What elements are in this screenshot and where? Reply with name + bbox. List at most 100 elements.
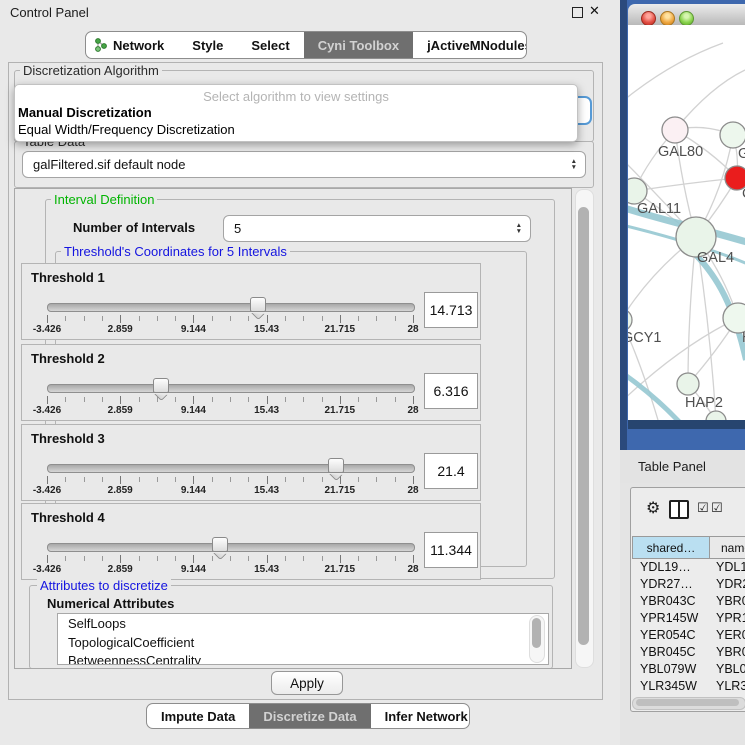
node-partial-top-right[interactable] [720, 122, 745, 148]
number-of-intervals-value: 5 [234, 221, 241, 236]
threshold-4-label: Threshold 4 [31, 510, 105, 525]
stepper-icon: ▲▼ [571, 159, 577, 171]
algorithm-option-manual[interactable]: Manual Discretization [18, 105, 152, 120]
tab-network[interactable]: Network [86, 32, 178, 58]
tab-discretize-data-label: Discretize Data [263, 709, 356, 724]
threshold-3-row: Threshold 3 -3.4262.8599.14415.4321.7152… [21, 424, 481, 501]
select-rows-checkbox-icon[interactable]: ☑ [697, 500, 709, 516]
column-header-shared-name[interactable]: shared… [632, 536, 710, 559]
screen: Control Panel ✕ Network Style Select Cyn… [0, 0, 745, 745]
cell-name: YBL0 [716, 662, 745, 676]
slider-tick-labels: -3.4262.8599.14415.4321.71528 [47, 324, 413, 336]
threshold-2-label: Threshold 2 [31, 351, 105, 366]
cell-name: YLR3 [716, 679, 745, 693]
node-label-gal4: GAL4 [697, 250, 734, 266]
threshold-3-slider-track[interactable] [47, 464, 415, 473]
number-of-intervals-combobox[interactable]: 5 ▲▼ [223, 215, 531, 242]
main-scrollbar[interactable] [575, 189, 594, 668]
cell-shared-name: YER054C [640, 628, 710, 642]
numerical-attributes-list[interactable]: SelfLoops TopologicalCoefficient Between… [57, 613, 549, 665]
tab-network-label: Network [113, 38, 164, 53]
node-label-hap2: HAP2 [685, 395, 723, 411]
apply-button[interactable]: Apply [271, 671, 343, 695]
threshold-1-slider-knob[interactable] [250, 297, 266, 312]
node-bottom-partial[interactable] [706, 411, 726, 420]
threshold-4-slider-track[interactable] [47, 543, 415, 552]
threshold-2-slider-track[interactable] [47, 384, 415, 393]
cell-shared-name: YBR043C [640, 594, 710, 608]
threshold-2-slider-knob[interactable] [153, 378, 169, 393]
threshold-4-row: Threshold 4 -3.4262.8599.14415.4321.7152… [21, 503, 481, 580]
algorithm-option-equal-width[interactable]: Equal Width/Frequency Discretization [18, 122, 235, 137]
tab-jactivemnodules[interactable]: jActiveMNodules [413, 32, 527, 58]
cell-shared-name: YLR345W [640, 679, 710, 693]
threshold-2-row: Threshold 2 -3.4262.8599.14415.4321.7152… [21, 344, 481, 421]
tab-infer-network-label: Infer Network [385, 709, 468, 724]
discretization-algorithm-title: Discretization Algorithm [20, 63, 162, 78]
slider-tick-labels: -3.4262.8599.14415.4321.71528 [47, 564, 413, 576]
table-panel-header: Table Panel [620, 450, 745, 484]
cell-shared-name: YPR145W [640, 611, 710, 625]
tab-discretize-data[interactable]: Discretize Data [249, 704, 370, 728]
attributes-scrollbar[interactable] [529, 615, 545, 663]
slider-ticks [47, 315, 413, 323]
cell-name: YPR1 [716, 611, 745, 625]
threshold-2-value-field[interactable]: 6.316 [424, 373, 478, 409]
network-view-canvas[interactable]: GAL80 GA C GAL11 GAL4 GCY1 H HAP2 [628, 25, 745, 420]
bottom-tab-bar: Impute Data Discretize Data Infer Networ… [146, 703, 470, 729]
network-graph: GAL80 GA C GAL11 GAL4 GCY1 H HAP2 [628, 25, 745, 420]
cell-name: YBR0 [716, 594, 745, 608]
list-item[interactable]: SelfLoops [58, 614, 548, 633]
stepper-icon: ▲▼ [516, 223, 522, 235]
number-of-intervals-label: Number of Intervals [73, 220, 195, 235]
tab-style[interactable]: Style [178, 32, 237, 58]
cell-name: YBR0 [716, 645, 745, 659]
table-data-combobox[interactable]: galFiltered.sif default node ▲▼ [22, 151, 586, 178]
threshold-3-label: Threshold 3 [31, 431, 105, 446]
table-settings-gear-icon[interactable]: ⚙ [646, 498, 660, 518]
tab-select[interactable]: Select [237, 32, 303, 58]
network-icon [94, 37, 108, 53]
attributes-title: Attributes to discretize [37, 578, 171, 593]
threshold-3-value-field[interactable]: 21.4 [424, 453, 478, 489]
column-layout-icon[interactable] [669, 500, 689, 519]
slider-tick-labels: -3.4262.8599.14415.4321.71528 [47, 405, 413, 417]
network-window-bottom-edge [628, 420, 745, 429]
table-horizontal-scrollbar[interactable] [632, 697, 745, 710]
column-header-name[interactable]: name [709, 536, 745, 559]
close-panel-icon[interactable]: ✕ [589, 3, 600, 19]
tab-style-label: Style [192, 38, 223, 53]
threshold-4-value-field[interactable]: 11.344 [424, 532, 478, 568]
slider-ticks [47, 555, 413, 563]
node-gcy1[interactable] [628, 309, 632, 331]
zoom-window-icon[interactable] [679, 11, 694, 26]
threshold-1-value-field[interactable]: 14.713 [424, 292, 478, 328]
threshold-3-slider-knob[interactable] [328, 458, 344, 473]
threshold-1-label: Threshold 1 [31, 270, 105, 285]
node-hap2[interactable] [677, 373, 699, 395]
cell-shared-name: YBR045C [640, 645, 710, 659]
threshold-4-slider-knob[interactable] [212, 537, 228, 552]
tab-impute-data[interactable]: Impute Data [147, 704, 249, 728]
close-window-icon[interactable] [641, 11, 656, 26]
list-item[interactable]: TopologicalCoefficient [58, 633, 548, 652]
network-window-titlebar[interactable] [628, 4, 745, 26]
tab-impute-data-label: Impute Data [161, 709, 235, 724]
minimize-window-icon[interactable] [660, 11, 675, 26]
algorithm-dropdown-popup: Select algorithm to view settings Manual… [14, 84, 578, 142]
threshold-coordinates-title: Threshold's Coordinates for 5 Intervals [61, 244, 290, 259]
node-gal80[interactable] [662, 117, 688, 143]
float-panel-icon[interactable] [572, 7, 583, 18]
panel-title: Control Panel [10, 5, 89, 20]
table-data-value: galFiltered.sif default node [33, 157, 185, 172]
slider-ticks [47, 396, 413, 404]
interval-definition-title: Interval Definition [51, 192, 157, 207]
node-label-gal80: GAL80 [658, 144, 703, 160]
select-all-checkbox-icon[interactable]: ☑ [711, 500, 723, 516]
tab-cyni-toolbox[interactable]: Cyni Toolbox [304, 32, 413, 58]
threshold-1-slider-track[interactable] [47, 303, 415, 312]
tab-jactivemnodules-label: jActiveMNodules [427, 38, 527, 53]
tab-infer-network[interactable]: Infer Network [371, 704, 470, 728]
list-item[interactable]: BetweennessCentrality [58, 651, 548, 665]
node-right-mid[interactable] [723, 303, 745, 333]
